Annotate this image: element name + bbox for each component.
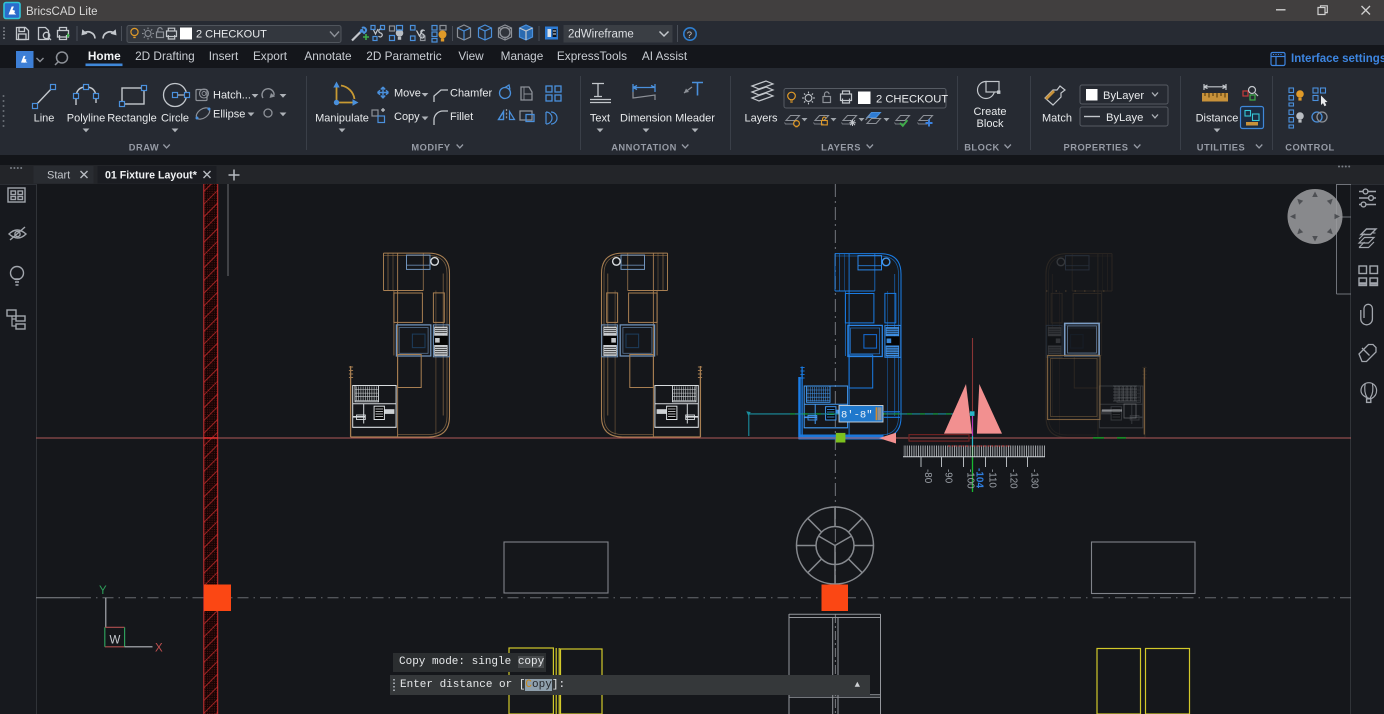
svg-text:UTILITIES: UTILITIES — [1197, 143, 1245, 153]
svg-text:Mleader: Mleader — [675, 113, 715, 125]
svg-text:Fillet: Fillet — [450, 111, 473, 123]
svg-text:ANNOTATION: ANNOTATION — [611, 143, 677, 153]
svg-text:Block: Block — [977, 118, 1004, 130]
svg-text:Match: Match — [1042, 113, 1072, 125]
svg-text:LAYERS: LAYERS — [821, 143, 861, 153]
svg-text:-104: -104 — [974, 468, 985, 488]
svg-text:-130: -130 — [1029, 469, 1040, 489]
svg-text:2 CHECKOUT: 2 CHECKOUT — [876, 94, 948, 106]
svg-text:Insert: Insert — [209, 49, 239, 63]
svg-text:BricsCAD Lite: BricsCAD Lite — [26, 6, 98, 18]
svg-text:DRAW: DRAW — [129, 143, 159, 153]
svg-text:-110: -110 — [987, 469, 998, 488]
svg-text:Text: Text — [590, 113, 610, 125]
svg-text:Move: Move — [394, 88, 421, 100]
svg-text:01 Fixture Layout*: 01 Fixture Layout* — [105, 170, 198, 182]
svg-text:-80: -80 — [922, 469, 933, 484]
svg-text:2 CHECKOUT: 2 CHECKOUT — [196, 29, 267, 41]
svg-text:BLOCK: BLOCK — [964, 143, 1000, 153]
svg-text:-90: -90 — [943, 469, 954, 484]
svg-text:Rectangle: Rectangle — [107, 113, 157, 125]
svg-text:MODIFY: MODIFY — [411, 143, 450, 153]
svg-text:Line: Line — [34, 113, 55, 125]
svg-text:X: X — [155, 643, 163, 655]
svg-text:Distance: Distance — [1196, 113, 1239, 125]
svg-text:Ellipse: Ellipse — [213, 109, 245, 121]
svg-text:2dWireframe: 2dWireframe — [568, 29, 634, 41]
svg-text:Manipulate: Manipulate — [315, 113, 369, 125]
svg-text:Interface settings: Interface settings — [1291, 53, 1384, 65]
svg-text:View: View — [458, 49, 484, 63]
svg-text:Hatch...: Hatch... — [213, 90, 251, 102]
svg-text:PROPERTIES: PROPERTIES — [1064, 143, 1129, 153]
svg-text:Manage: Manage — [501, 49, 544, 63]
svg-text:Polyline: Polyline — [67, 113, 106, 125]
svg-text:W: W — [110, 635, 121, 647]
svg-text:Create: Create — [973, 106, 1006, 118]
svg-text:Dimension: Dimension — [620, 113, 672, 125]
svg-text:-120: -120 — [1008, 469, 1019, 489]
svg-text:2D Drafting: 2D Drafting — [135, 49, 195, 63]
svg-text:Chamfer: Chamfer — [450, 88, 493, 100]
svg-text:Export: Export — [253, 49, 288, 63]
svg-text:ExpressTools: ExpressTools — [557, 49, 627, 63]
svg-text:CONTROL: CONTROL — [1285, 143, 1334, 153]
svg-text:ByLayer: ByLayer — [1103, 90, 1144, 102]
svg-text:8'-8": 8'-8" — [841, 410, 873, 422]
svg-text:2D Parametric: 2D Parametric — [366, 49, 441, 63]
svg-text:Start: Start — [47, 170, 70, 182]
svg-text:Y: Y — [99, 585, 107, 597]
svg-text:AI Assist: AI Assist — [642, 49, 688, 63]
svg-text:ByLaye: ByLaye — [1106, 112, 1143, 124]
svg-text:Annotate: Annotate — [304, 49, 352, 63]
svg-text:Home: Home — [88, 49, 121, 63]
svg-text:Circle: Circle — [161, 113, 189, 125]
svg-text:Copy: Copy — [394, 111, 420, 123]
svg-text:?: ? — [687, 30, 692, 41]
svg-text:Layers: Layers — [744, 113, 778, 125]
